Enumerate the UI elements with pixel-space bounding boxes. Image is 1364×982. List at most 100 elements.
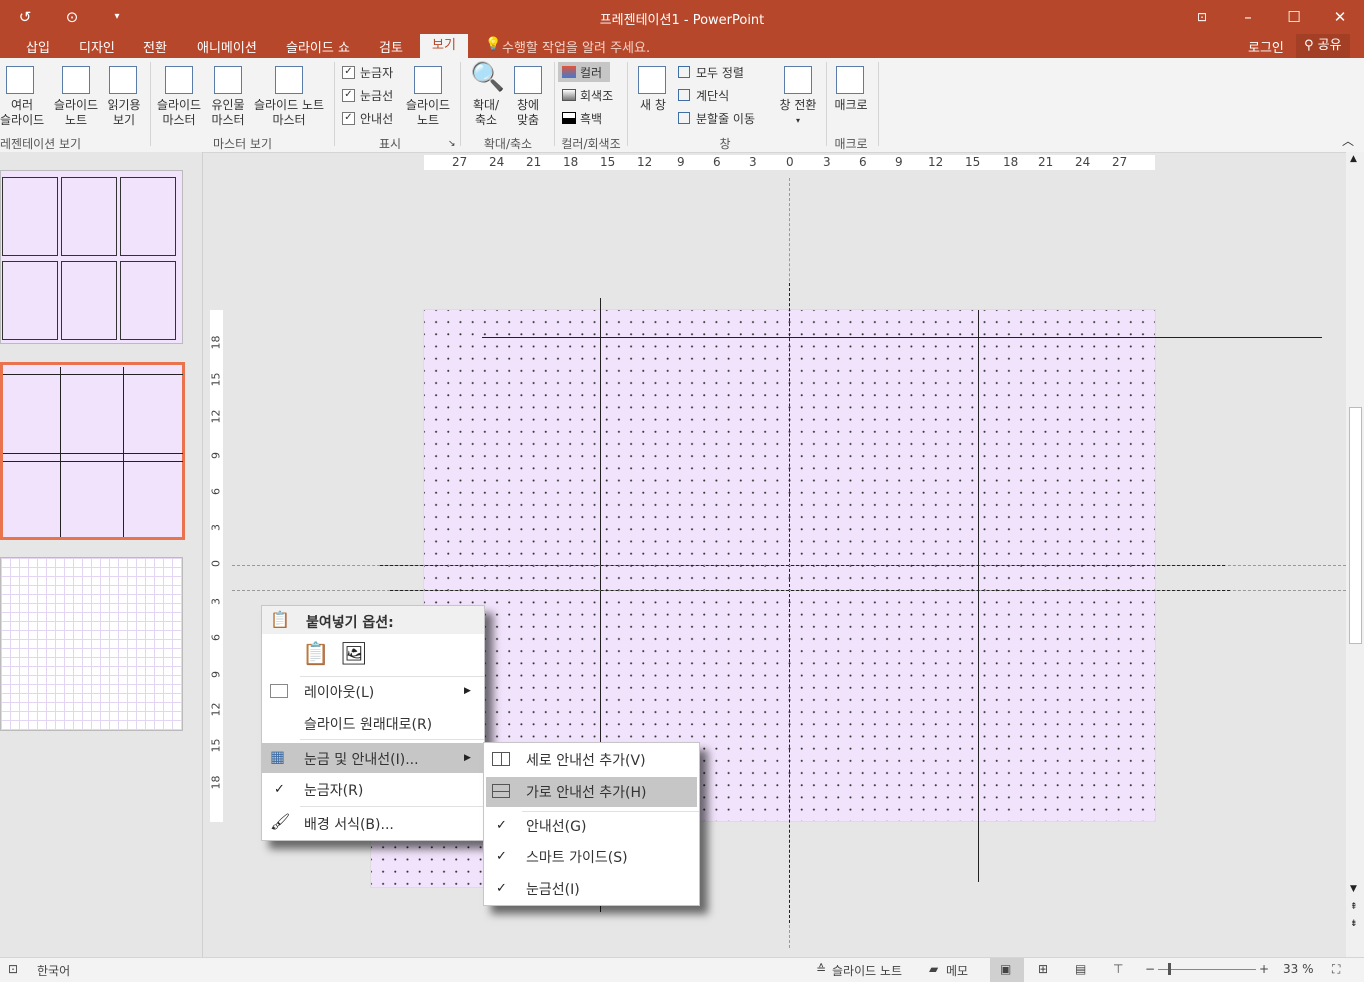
tab-slideshow[interactable]: 슬라이드 쇼: [286, 37, 350, 56]
comments-toggle[interactable]: 메모: [946, 962, 968, 979]
cascade-button[interactable]: 계단식: [696, 87, 729, 104]
horizontal-guide[interactable]: [482, 337, 1322, 338]
tell-me-input[interactable]: 수행할 작업을 알려 주세요.: [502, 37, 650, 56]
thumbnail-cell: [61, 261, 117, 340]
handout-master-button[interactable]: 유인물 마스터: [205, 98, 251, 128]
signin-link[interactable]: 로그인: [1248, 37, 1284, 56]
normal-view-icon[interactable]: ▣: [1000, 962, 1011, 976]
maximize-icon[interactable]: ☐: [1283, 6, 1305, 28]
grid-guides-menu-item[interactable]: 눈금 및 안내선(I)...: [304, 749, 419, 769]
reading-view-button[interactable]: 읽기용 보기: [103, 98, 145, 128]
guide-line: [60, 367, 61, 537]
gridlines-checkbox[interactable]: ✓: [342, 89, 355, 102]
ruler-menu-item[interactable]: 눈금자(R): [304, 780, 363, 800]
layout-menu-item[interactable]: 레이아웃(L): [304, 682, 374, 702]
switch-windows-button[interactable]: 창 전환 ▾: [772, 98, 824, 128]
ruler-tick-label: 21: [1038, 155, 1054, 169]
grayscale-button[interactable]: 회색조: [580, 87, 613, 104]
tab-view[interactable]: 보기: [420, 34, 468, 58]
reading-view-icon[interactable]: ▤: [1075, 962, 1086, 976]
scrollbar-thumb[interactable]: [1349, 407, 1362, 644]
tab-design[interactable]: 디자인: [79, 37, 115, 56]
zoom-slider-track[interactable]: [1158, 969, 1256, 970]
slideshow-view-icon[interactable]: ⊤: [1113, 962, 1123, 976]
comments-icon: ▰: [929, 962, 939, 976]
new-window-button[interactable]: 새 창: [634, 98, 672, 113]
slide-thumbnail-selected[interactable]: [0, 362, 185, 540]
window-title: 프레젠테이션1 - PowerPoint: [599, 13, 765, 28]
vertical-guide[interactable]: [789, 283, 790, 923]
slide-sorter-view-icon[interactable]: ⊞: [1038, 962, 1048, 976]
share-button[interactable]: ⚲ 공유: [1296, 34, 1350, 58]
paste-options-label: 붙여넣기 옵션:: [306, 615, 394, 631]
ruler-checkbox[interactable]: ✓: [342, 66, 355, 79]
add-vertical-guide-item[interactable]: 세로 안내선 추가(V): [526, 750, 646, 770]
status-bar: ⊡ 한국어 ≙ 슬라이드 노트 ▰ 메모 ▣ ⊞ ▤ ⊤ − + 33 % ⛶: [0, 957, 1364, 982]
ruler-tick-label: 18: [209, 335, 223, 350]
guide-line: [3, 374, 183, 375]
notes-toggle[interactable]: 슬라이드 노트: [832, 962, 902, 979]
guides-menu-item[interactable]: 안내선(G): [526, 816, 586, 836]
ruler-tick-label: 12: [209, 409, 223, 424]
next-slide-icon[interactable]: ⇟: [1350, 919, 1358, 929]
tab-insert[interactable]: 삽입: [26, 37, 50, 56]
separator: [150, 62, 151, 146]
gridlines-menu-item[interactable]: 눈금선(I): [526, 879, 580, 899]
fit-slide-icon[interactable]: ⛶: [1332, 962, 1340, 977]
zoom-level[interactable]: 33 %: [1283, 962, 1314, 976]
slide-master-button[interactable]: 슬라이드 마스터: [153, 98, 205, 128]
slide-sorter-button[interactable]: 여러 슬라이드: [0, 98, 44, 128]
zoom-button[interactable]: 확대/축소: [466, 98, 506, 128]
group-presentation-views: 레젠테이션 보기: [0, 137, 82, 151]
zoom-slider-thumb[interactable]: [1168, 963, 1171, 975]
slide-thumbnail[interactable]: [0, 557, 183, 731]
collapse-ribbon-icon[interactable]: ︿: [1342, 134, 1354, 149]
zoom-in-icon[interactable]: +: [1259, 962, 1269, 976]
checkmark-icon: ✓: [274, 782, 285, 797]
tab-animations[interactable]: 애니메이션: [197, 37, 257, 56]
smart-guides-menu-item[interactable]: 스마트 가이드(S): [526, 847, 628, 867]
notes-page-button[interactable]: 슬라이드 노트: [50, 98, 102, 128]
zoom-icon: 🔍: [470, 60, 505, 93]
macro-button[interactable]: 매크로: [828, 98, 874, 113]
ruler-tick-label: 15: [209, 372, 223, 387]
add-horizontal-guide-item[interactable]: 가로 안내선 추가(H): [526, 782, 647, 802]
checkmark-icon: ✓: [496, 818, 507, 833]
fit-window-button[interactable]: 창에 맞춤: [508, 98, 548, 128]
language-indicator[interactable]: 한국어: [37, 962, 70, 979]
paste-keep-source-icon[interactable]: 📋: [302, 642, 329, 667]
ribbon-display-icon[interactable]: ⊡: [1191, 6, 1213, 28]
arrange-all-button[interactable]: 모두 정렬: [696, 64, 744, 81]
close-icon[interactable]: ✕: [1329, 6, 1351, 28]
zoom-out-icon[interactable]: −: [1145, 962, 1155, 976]
slide-sorter-icon: [6, 66, 34, 94]
ruler-tick-label: 18: [209, 775, 223, 790]
dialog-launcher-icon[interactable]: ↘: [448, 137, 456, 152]
submenu-arrow-icon: ▶: [464, 753, 471, 763]
format-background-icon: 🖌: [270, 812, 291, 831]
user-icon: ⚲: [1304, 38, 1314, 53]
ruler-tick-label: 15: [600, 155, 616, 169]
move-split-button[interactable]: 분할줄 이동: [696, 110, 755, 127]
notes-master-button[interactable]: 슬라이드 노트 마스터: [250, 98, 328, 128]
reset-slide-menu-item[interactable]: 슬라이드 원래대로(R): [304, 714, 432, 734]
horizontal-guide[interactable]: [380, 565, 1225, 566]
tab-transitions[interactable]: 전환: [143, 37, 167, 56]
vertical-scrollbar[interactable]: ▲ ▼ ⇞ ⇟: [1346, 152, 1364, 957]
minimize-icon[interactable]: –: [1237, 6, 1259, 28]
notes-button[interactable]: 슬라이드 노트: [402, 98, 454, 128]
scroll-down-icon[interactable]: ▼: [1350, 884, 1357, 894]
horizontal-guide[interactable]: [390, 590, 1230, 591]
slide-thumbnail[interactable]: [0, 170, 183, 344]
tab-review[interactable]: 검토: [379, 37, 403, 56]
blackwhite-button[interactable]: 흑백: [580, 110, 602, 127]
format-background-menu-item[interactable]: 배경 서식(B)...: [304, 814, 394, 834]
grid-guides-submenu: 세로 안내선 추가(V) 가로 안내선 추가(H) ✓ 안내선(G) ✓ 스마트…: [483, 742, 700, 906]
separator: [627, 62, 628, 146]
paste-picture-icon[interactable]: 🖼: [340, 642, 368, 667]
scroll-up-icon[interactable]: ▲: [1350, 154, 1357, 164]
guides-checkbox[interactable]: ✓: [342, 112, 355, 125]
vertical-guide[interactable]: [978, 310, 979, 882]
spelling-icon[interactable]: ⊡: [8, 962, 18, 976]
previous-slide-icon[interactable]: ⇞: [1350, 902, 1358, 912]
